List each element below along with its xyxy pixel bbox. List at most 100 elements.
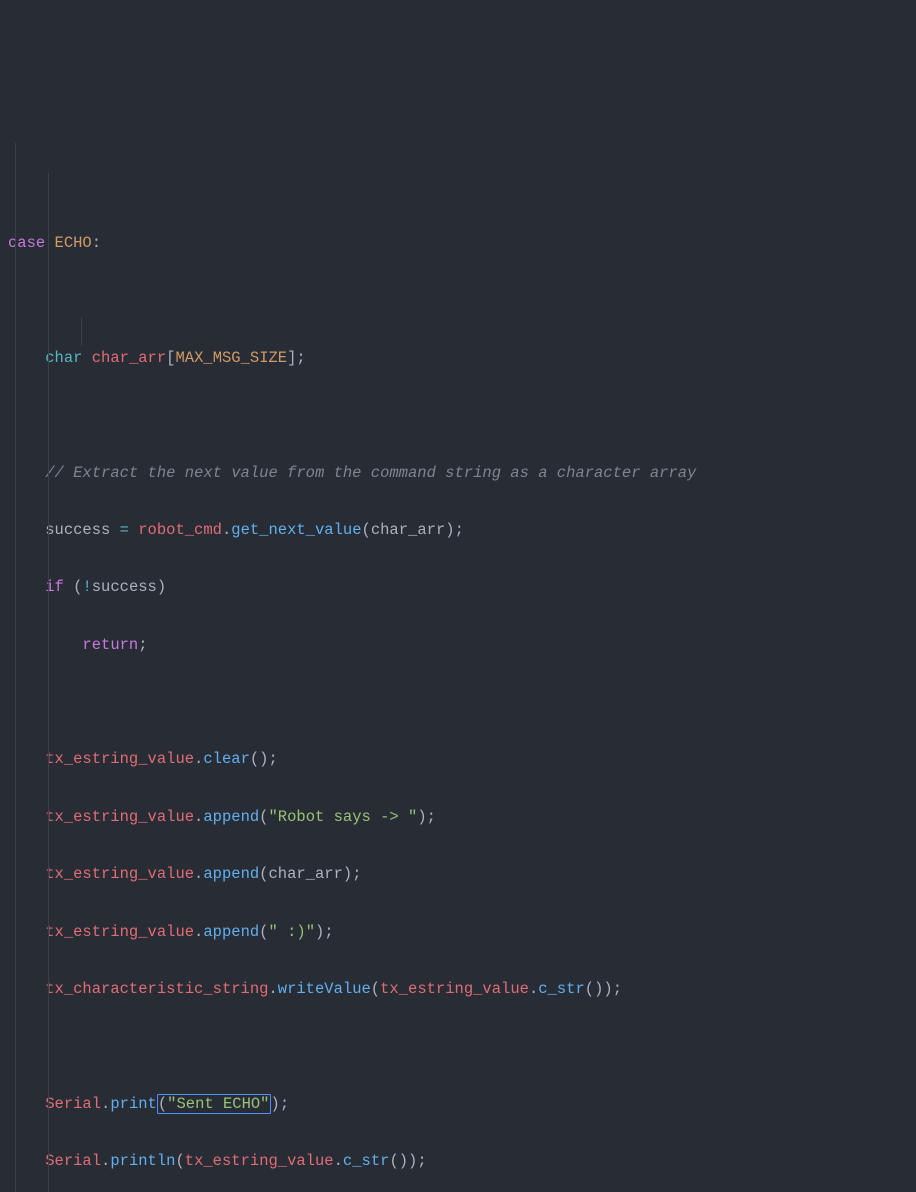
paren: ) [157, 578, 166, 596]
object: tx_estring_value [45, 750, 194, 768]
semicolon: ; [280, 1095, 289, 1113]
code-line-blank [8, 688, 908, 717]
parens: () [585, 980, 604, 998]
dot: . [194, 750, 203, 768]
code-line-blank [8, 287, 908, 316]
function-call: clear [203, 750, 250, 768]
paren: ) [417, 808, 426, 826]
paren: ( [158, 1095, 167, 1113]
dot: . [194, 808, 203, 826]
identifier: char_arr [92, 349, 166, 367]
dot: . [101, 1152, 110, 1170]
colon: : [92, 234, 101, 252]
semicolon: ; [417, 1152, 426, 1170]
code-line: // Extract the next value from the comma… [8, 459, 908, 488]
object: tx_estring_value [45, 865, 194, 883]
dot: . [194, 923, 203, 941]
function-call: append [203, 923, 259, 941]
function-call: append [203, 808, 259, 826]
code-line: char char_arr[MAX_MSG_SIZE]; [8, 344, 908, 373]
function-call: writeValue [278, 980, 371, 998]
paren: ) [271, 1095, 280, 1113]
argument-object: tx_estring_value [185, 1152, 334, 1170]
indent [8, 349, 45, 367]
parens: () [250, 750, 269, 768]
code-line: tx_characteristic_string.writeValue(tx_e… [8, 975, 908, 1004]
function-call: println [110, 1152, 175, 1170]
operator: = [110, 521, 138, 539]
paren: ) [408, 1152, 417, 1170]
code-block: case ECHO: char char_arr[MAX_MSG_SIZE]; … [0, 115, 916, 1192]
paren: ( [259, 923, 268, 941]
object: tx_estring_value [45, 808, 194, 826]
function-call: c_str [538, 980, 585, 998]
space [82, 349, 91, 367]
operator-not: ! [82, 578, 91, 596]
indent-guide-3 [81, 317, 82, 346]
indent-guide-2 [48, 173, 49, 1192]
type-keyword: char [45, 349, 82, 367]
paren: ( [371, 980, 380, 998]
object: Serial [45, 1152, 101, 1170]
indent-guide-1 [15, 143, 16, 1192]
code-line-blank [8, 1032, 908, 1061]
string-literal: " :)" [268, 923, 315, 941]
indent [8, 636, 82, 654]
dot: . [101, 1095, 110, 1113]
dot: . [529, 980, 538, 998]
string-literal: "Sent ECHO" [167, 1095, 269, 1113]
semicolon: ; [296, 349, 305, 367]
dot: . [268, 980, 277, 998]
code-line: tx_estring_value.clear(); [8, 745, 908, 774]
indent [8, 750, 45, 768]
paren: ) [603, 980, 612, 998]
paren: ) [445, 521, 454, 539]
code-line: Serial.println(tx_estring_value.c_str())… [8, 1147, 908, 1176]
indent [8, 1152, 45, 1170]
dot: . [222, 521, 231, 539]
paren: ( [259, 808, 268, 826]
function-call: print [110, 1095, 157, 1113]
function-call: get_next_value [231, 521, 361, 539]
object: tx_estring_value [45, 923, 194, 941]
code-line: case ECHO: [8, 229, 908, 258]
indent [8, 980, 45, 998]
code-line: tx_estring_value.append(" :)"); [8, 918, 908, 947]
indent [8, 464, 45, 482]
identifier: success [92, 578, 157, 596]
semicolon: ; [324, 923, 333, 941]
keyword-case: case [8, 234, 45, 252]
code-line: tx_estring_value.append(char_arr); [8, 860, 908, 889]
string-literal: "Robot says -> " [268, 808, 417, 826]
paren: ( [64, 578, 83, 596]
function-call: c_str [343, 1152, 390, 1170]
argument-object: tx_estring_value [380, 980, 529, 998]
indent [8, 808, 45, 826]
object: Serial [45, 1095, 101, 1113]
indent [8, 521, 45, 539]
indent [8, 865, 45, 883]
keyword-return: return [82, 636, 138, 654]
semicolon: ; [455, 521, 464, 539]
indent [8, 578, 45, 596]
paren: ( [362, 521, 371, 539]
function-call: append [203, 865, 259, 883]
object: tx_characteristic_string [45, 980, 268, 998]
semicolon: ; [613, 980, 622, 998]
dot: . [194, 865, 203, 883]
indent [8, 1095, 45, 1113]
paren: ( [175, 1152, 184, 1170]
argument: char_arr [268, 865, 342, 883]
constant: MAX_MSG_SIZE [175, 349, 287, 367]
indent [8, 923, 45, 941]
parens: () [389, 1152, 408, 1170]
identifier: success [45, 521, 110, 539]
paren: ) [315, 923, 324, 941]
comment: // Extract the next value from the comma… [45, 464, 696, 482]
paren: ( [259, 865, 268, 883]
semicolon: ; [138, 636, 147, 654]
code-line: success = robot_cmd.get_next_value(char_… [8, 516, 908, 545]
constant: ECHO [55, 234, 92, 252]
semicolon: ; [427, 808, 436, 826]
object: robot_cmd [138, 521, 222, 539]
